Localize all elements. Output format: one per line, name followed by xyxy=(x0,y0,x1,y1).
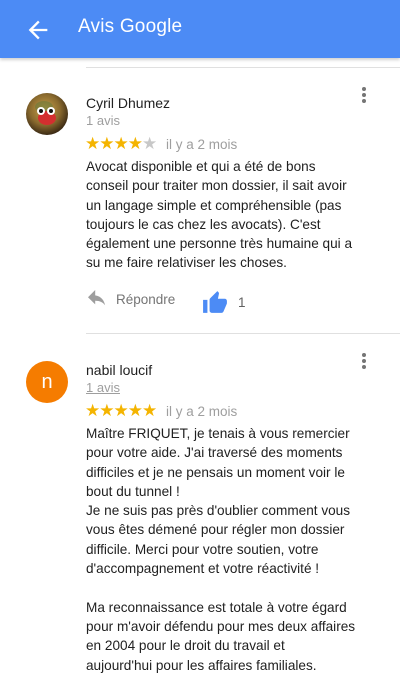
star-empty-icon: ★ xyxy=(142,134,157,153)
star-filled-icon: ★ xyxy=(113,401,129,420)
star-rating: ★★★★★ xyxy=(85,401,157,420)
like-count: 1 xyxy=(238,294,246,310)
back-arrow-icon[interactable] xyxy=(24,16,52,44)
star-filled-icon: ★ xyxy=(99,401,114,420)
star-filled-icon: ★ xyxy=(127,401,143,420)
divider xyxy=(86,67,400,68)
star-filled-icon: ★ xyxy=(142,401,157,420)
review-date: il y a 2 mois xyxy=(166,404,238,419)
reply-icon xyxy=(88,290,106,306)
reply-button[interactable]: Répondre xyxy=(86,290,175,308)
like-button[interactable]: 1 xyxy=(202,290,246,314)
divider xyxy=(86,333,400,334)
star-filled-icon: ★ xyxy=(85,134,100,153)
reply-label: Répondre xyxy=(116,291,176,307)
review-count-link[interactable]: 1 avis xyxy=(86,380,120,395)
star-filled-icon: ★ xyxy=(99,134,114,153)
star-rating: ★★★★★ xyxy=(85,134,157,153)
star-filled-icon: ★ xyxy=(127,134,143,153)
more-options-icon[interactable] xyxy=(356,353,372,373)
star-filled-icon: ★ xyxy=(85,401,100,420)
avatar[interactable] xyxy=(26,93,68,135)
app-bar: Avis Google xyxy=(0,0,400,58)
review-count: 1 avis xyxy=(86,113,120,128)
review-text: Avocat disponible et qui a été de bons c… xyxy=(86,159,353,271)
page-title: Avis Google xyxy=(78,16,183,37)
star-filled-icon: ★ xyxy=(113,134,129,153)
review-text: Maître FRIQUET, je tenais à vous remerci… xyxy=(86,426,356,673)
avatar[interactable]: n xyxy=(26,361,68,403)
reviewer-name[interactable]: nabil loucif xyxy=(86,362,152,378)
more-options-icon[interactable] xyxy=(356,87,372,107)
review-date: il y a 2 mois xyxy=(166,137,238,152)
thumbs-up-icon xyxy=(203,291,227,313)
reviewer-name[interactable]: Cyril Dhumez xyxy=(86,95,170,111)
